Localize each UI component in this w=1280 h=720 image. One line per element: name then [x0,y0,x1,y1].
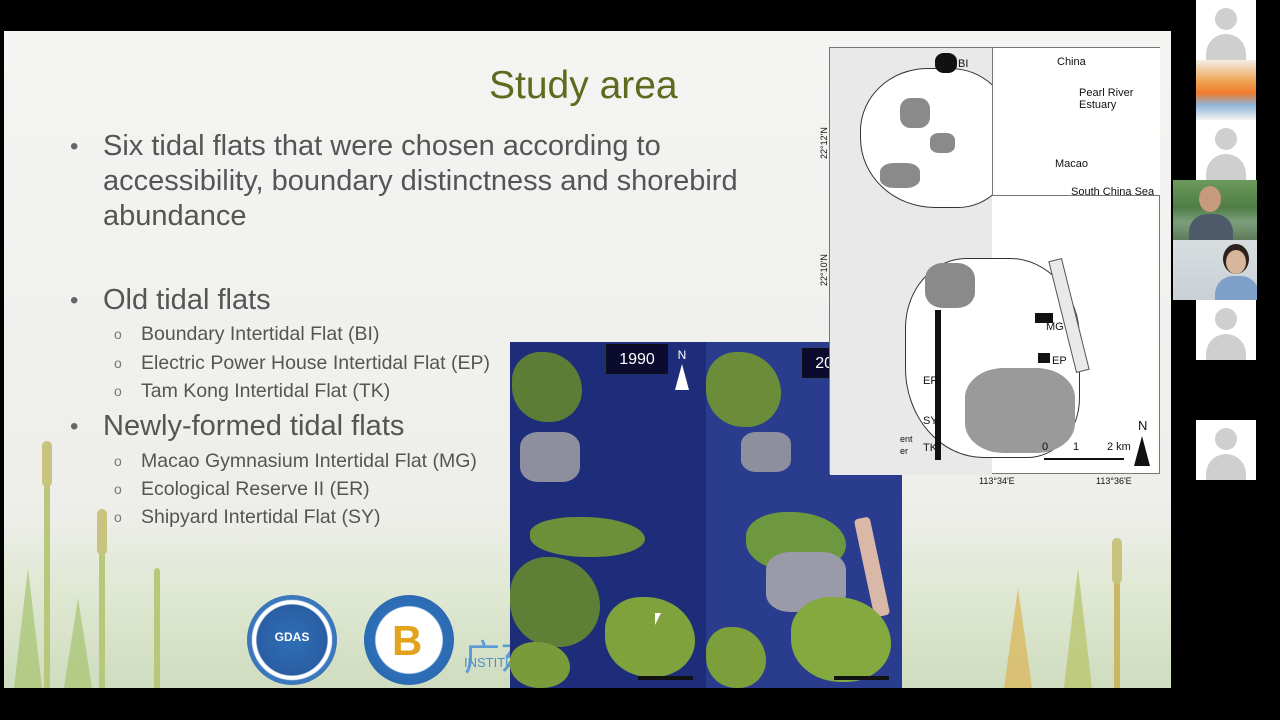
shared-slide: Study area Six tidal flats that were cho… [4,31,1171,688]
map-north-icon: N [1138,418,1148,433]
grass-decoration [14,568,42,688]
participant-tile[interactable] [1196,420,1256,480]
institute-name-en: INSTITU [464,655,515,670]
site-label-mg: MG [1046,321,1064,333]
site-marker-bi [935,53,957,73]
north-arrow-icon: N [674,348,690,390]
bullet-study-sites: Six tidal flats that were chosen accordi… [70,129,743,234]
reed-decoration [99,538,105,688]
inset-label-estuary: Pearl River Estuary [1079,87,1134,111]
inset-label-china: China [1057,56,1086,68]
land-area [512,352,582,422]
lat-label: 22°12'N [819,127,829,159]
inset-label-south-china-sea: South China Sea [1071,186,1155,198]
study-site-map: BI MG EP ER SY TK ent er China Pearl Riv… [829,47,1160,475]
map-inset: China Pearl River Estuary Macao South Ch… [992,48,1160,198]
participant-tile[interactable] [1196,120,1256,180]
participant-body [1189,214,1233,240]
map-scale-1: 1 [1073,441,1080,453]
land-area [510,557,600,647]
participant-body [1215,276,1257,300]
participant-face [1226,250,1246,274]
list-item-tk: Tam Kong Intertidal Flat (TK) [114,379,390,403]
slide-title: Study area [489,64,678,107]
lat-label: 22°10'N [819,254,829,286]
list-item-ep: Electric Power House Intertidal Flat (EP… [114,351,490,375]
map-scale-bar [1044,458,1124,460]
site-marker-ep [1038,353,1050,363]
legend-partial-text: ent [900,434,913,444]
participant-tile[interactable] [1196,300,1256,360]
map-feature [880,163,920,188]
site-label-tk: TK [923,442,938,454]
site-label-ep: EP [1052,355,1067,367]
map-scale-2: 2 km [1107,441,1131,453]
lon-label: 113°34'E [979,476,1015,486]
legend-partial-text: er [900,446,909,456]
mouse-cursor-icon [655,613,661,625]
scale-bar [638,676,693,680]
urban-area [520,432,580,482]
scale-bar [834,676,889,680]
participant-face [1199,186,1221,212]
reed-decoration [44,468,50,688]
map-feature [965,368,1075,453]
site-label-er: ER [923,375,939,387]
land-area [706,627,766,688]
avatar-icon [1215,308,1237,330]
inset-label-macao: Macao [1055,158,1089,170]
reed-decoration [42,441,52,487]
list-item-bi: Boundary Intertidal Flat (BI) [114,322,379,346]
avatar-body [1206,454,1246,480]
lon-label: 113°36'E [1096,476,1132,486]
list-item-sy: Shipyard Intertidal Flat (SY) [114,505,380,529]
urban-area [741,432,791,472]
avatar-body [1206,154,1246,180]
bullet-new-tidal-flats: Newly-formed tidal flats [70,409,404,444]
avatar-body [1206,334,1246,360]
land-area [510,642,570,688]
bullet-old-tidal-flats: Old tidal flats [70,283,271,318]
gdas-logo-text: GDAS [274,630,310,644]
list-item-mg: Macao Gymnasium Intertidal Flat (MG) [114,449,477,473]
grass-decoration [1004,588,1032,688]
participant-tile[interactable] [1196,0,1256,60]
map-scale-0: 0 [1042,441,1049,453]
north-arrow-icon [1134,436,1150,466]
map-feature [925,263,975,308]
land-area [530,517,645,557]
grass-decoration [1064,568,1092,688]
land-area [605,597,695,677]
participant-video-male[interactable] [1173,180,1257,240]
map-feature [930,133,955,153]
participant-video-female[interactable] [1173,240,1257,300]
map-feature [900,98,930,128]
avatar-icon [1215,428,1237,450]
institute-logo-mark: B [392,617,423,664]
land-area [706,352,781,427]
site-label-sy: SY [923,415,938,427]
reed-decoration [97,509,107,555]
year-label-1990: 1990 [606,344,668,374]
reed-decoration [154,568,160,688]
avatar-icon [1215,8,1237,30]
reed-decoration [1112,538,1122,584]
avatar-icon [1215,128,1237,150]
site-label-bi: BI [958,58,969,70]
list-item-er: Ecological Reserve II (ER) [114,477,370,501]
participant-video-banner[interactable] [1196,60,1256,120]
satellite-image-1990: 1990 N [510,342,706,688]
grass-decoration [64,598,92,688]
avatar-body [1206,34,1246,60]
